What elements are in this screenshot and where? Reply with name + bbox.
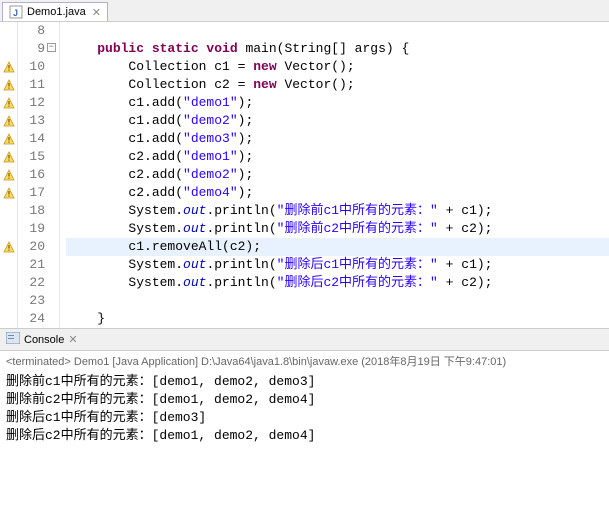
warning-icon[interactable] (0, 166, 17, 184)
code-line[interactable]: Collection c1 = new Vector(); (66, 58, 609, 76)
line-number: 18 (18, 202, 55, 220)
console-line: 删除后c2中所有的元素：[demo1, demo2, demo4] (6, 427, 603, 445)
console-tab-label[interactable]: Console (24, 334, 64, 346)
warning-icon[interactable] (0, 58, 17, 76)
code-line[interactable]: System.out.println("删除前c2中所有的元素：" + c2); (66, 220, 609, 238)
code-line[interactable]: c1.add("demo2"); (66, 112, 609, 130)
line-number: 21 (18, 256, 55, 274)
warning-icon[interactable] (0, 130, 17, 148)
line-number: 11 (18, 76, 55, 94)
marker-empty (0, 202, 17, 220)
code-line[interactable]: System.out.println("删除前c1中所有的元素：" + c1); (66, 202, 609, 220)
code-line[interactable]: c1.add("demo1"); (66, 94, 609, 112)
close-icon[interactable]: ✕ (68, 333, 77, 346)
line-number: 23 (18, 292, 55, 310)
line-number: 8 (18, 22, 55, 40)
marker-empty (0, 292, 17, 310)
marker-empty (0, 40, 17, 58)
code-line[interactable]: c2.add("demo1"); (66, 148, 609, 166)
console-process-info: <terminated> Demo1 [Java Application] D:… (0, 351, 609, 371)
code-editor[interactable]: 89−101112131415161718192021222324 public… (0, 22, 609, 329)
line-number: 10 (18, 58, 55, 76)
line-number: 20 (18, 238, 55, 256)
warning-icon[interactable] (0, 76, 17, 94)
marker-column (0, 22, 18, 328)
warning-icon[interactable] (0, 238, 17, 256)
marker-empty (0, 310, 17, 328)
code-area[interactable]: public static void main(String[] args) {… (60, 22, 609, 328)
console-line: 删除后c1中所有的元素：[demo3] (6, 409, 603, 427)
code-line[interactable]: System.out.println("删除后c2中所有的元素：" + c2); (66, 274, 609, 292)
line-number: 17 (18, 184, 55, 202)
code-line[interactable]: c1.removeAll(c2); (66, 238, 609, 256)
code-line[interactable]: c2.add("demo4"); (66, 184, 609, 202)
code-line[interactable] (66, 22, 609, 40)
line-number-gutter: 89−101112131415161718192021222324 (18, 22, 60, 328)
warning-icon[interactable] (0, 184, 17, 202)
marker-empty (0, 256, 17, 274)
line-number: 16 (18, 166, 55, 184)
marker-empty (0, 220, 17, 238)
console-tab-bar: Console ✕ (0, 329, 609, 351)
line-number: 15 (18, 148, 55, 166)
code-line[interactable]: public static void main(String[] args) { (66, 40, 609, 58)
code-line[interactable]: } (66, 310, 609, 328)
editor-tab[interactable]: J Demo1.java ✕ (2, 2, 108, 21)
warning-icon[interactable] (0, 112, 17, 130)
marker-empty (0, 22, 17, 40)
close-icon[interactable]: ✕ (92, 6, 101, 19)
line-number: 19 (18, 220, 55, 238)
line-number: 14 (18, 130, 55, 148)
console-output[interactable]: 删除前c1中所有的元素：[demo1, demo2, demo3]删除前c2中所… (0, 371, 609, 447)
fold-toggle-icon[interactable]: − (47, 43, 56, 52)
marker-empty (0, 274, 17, 292)
line-number: 22 (18, 274, 55, 292)
code-line[interactable]: Collection c2 = new Vector(); (66, 76, 609, 94)
warning-icon[interactable] (0, 148, 17, 166)
warning-icon[interactable] (0, 94, 17, 112)
console-line: 删除前c2中所有的元素：[demo1, demo2, demo4] (6, 391, 603, 409)
line-number: 24 (18, 310, 55, 328)
code-line[interactable]: c1.add("demo3"); (66, 130, 609, 148)
line-number: 9− (18, 40, 55, 58)
editor-tab-bar: J Demo1.java ✕ (0, 0, 609, 22)
code-line[interactable]: System.out.println("删除后c1中所有的元素：" + c1); (66, 256, 609, 274)
code-line[interactable] (66, 292, 609, 310)
console-line: 删除前c1中所有的元素：[demo1, demo2, demo3] (6, 373, 603, 391)
line-number: 12 (18, 94, 55, 112)
line-number: 13 (18, 112, 55, 130)
svg-text:J: J (13, 8, 18, 18)
java-file-icon: J (9, 5, 23, 19)
code-line[interactable]: c2.add("demo2"); (66, 166, 609, 184)
editor-tab-label: Demo1.java (27, 6, 86, 18)
console-icon (6, 332, 20, 347)
